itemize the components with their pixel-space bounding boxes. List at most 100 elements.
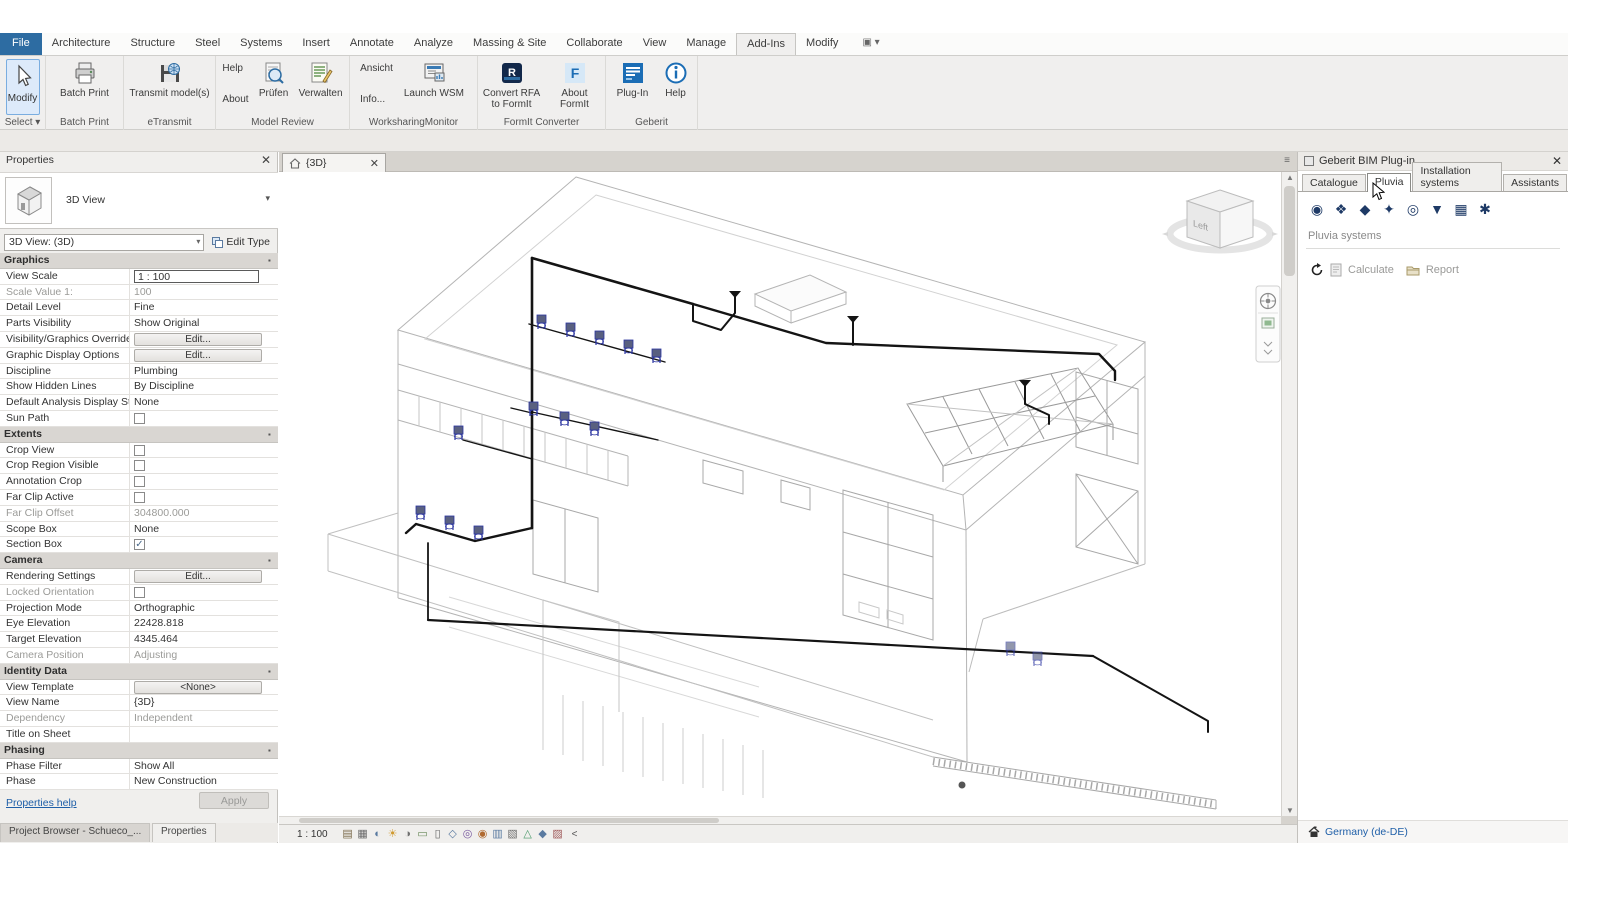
close-icon[interactable]: ✕: [1552, 154, 1562, 168]
scroll-up-icon[interactable]: ▲: [1282, 173, 1298, 182]
reveal-hidden-elements-icon[interactable]: ◉: [476, 827, 490, 841]
reveal-constraints-icon[interactable]: ▨: [551, 827, 565, 841]
scrollbar-thumb[interactable]: [299, 818, 719, 823]
checkbox[interactable]: [134, 445, 145, 456]
edit-button[interactable]: Edit...: [134, 333, 262, 347]
horizontal-scrollbar[interactable]: [279, 816, 1281, 824]
pluvia-schedule-icon[interactable]: ▦: [1452, 200, 1470, 218]
worksharing-display-icon[interactable]: ▥: [491, 827, 505, 841]
property-value[interactable]: Plumbing: [130, 364, 278, 379]
section-collapse-icon[interactable]: ▪: [268, 664, 278, 679]
value-input[interactable]: 1 : 100: [134, 270, 259, 284]
property-value[interactable]: [130, 490, 278, 505]
ansicht-link[interactable]: Ansicht: [360, 63, 393, 74]
property-value[interactable]: 304800.000: [130, 506, 278, 521]
ribbon-tab-massing-site[interactable]: Massing & Site: [463, 33, 556, 55]
panel-dock-icon[interactable]: [1304, 156, 1314, 166]
property-value[interactable]: Show Original: [130, 316, 278, 331]
checkbox[interactable]: [134, 460, 145, 471]
locale-link[interactable]: Germany (de-DE): [1325, 826, 1408, 838]
property-value[interactable]: Orthographic: [130, 601, 278, 616]
apply-button[interactable]: Apply: [199, 792, 269, 809]
detail-level-icon[interactable]: ▦: [356, 827, 370, 841]
about-formit-button[interactable]: F About FormIt: [547, 59, 603, 110]
view-cube[interactable]: Left: [1162, 190, 1278, 250]
pluvia-vertical-pipe-icon[interactable]: ◆: [1356, 200, 1374, 218]
statusbar-collapse-icon[interactable]: <: [572, 829, 578, 840]
property-value[interactable]: 100: [130, 285, 278, 300]
edit-button[interactable]: <None>: [134, 681, 262, 695]
show-analytical-model-icon[interactable]: △: [521, 827, 535, 841]
show-crop-region-icon[interactable]: ▯: [431, 827, 445, 841]
property-value[interactable]: By Discipline: [130, 379, 278, 394]
ribbon-tab-add-ins[interactable]: Add-Ins: [736, 33, 796, 55]
navigation-bar[interactable]: [1256, 286, 1280, 362]
ribbon-tab-modify[interactable]: Modify: [796, 33, 848, 55]
property-value[interactable]: [130, 474, 278, 489]
property-value[interactable]: None: [130, 522, 278, 537]
verwalten-button[interactable]: Verwalten: [297, 59, 345, 99]
ribbon-tab-view[interactable]: View: [633, 33, 677, 55]
info-link[interactable]: Info...: [360, 94, 393, 105]
property-value[interactable]: Independent: [130, 711, 278, 726]
highlight-displacement-sets-icon[interactable]: ◆: [536, 827, 550, 841]
checkbox[interactable]: [134, 492, 145, 503]
ribbon-tab-annotate[interactable]: Annotate: [340, 33, 404, 55]
model-canvas[interactable]: Left: [279, 172, 1281, 816]
property-value[interactable]: 22428.818: [130, 616, 278, 631]
property-value[interactable]: [130, 443, 278, 458]
property-value[interactable]: Edit...: [130, 332, 278, 347]
ribbon-tab-structure[interactable]: Structure: [120, 33, 185, 55]
property-value[interactable]: [130, 727, 278, 742]
property-value[interactable]: 4345.464: [130, 632, 278, 647]
ribbon-tab-architecture[interactable]: Architecture: [42, 33, 121, 55]
pluvia-branch-icon[interactable]: ✦: [1380, 200, 1398, 218]
modify-button[interactable]: Modify: [6, 59, 40, 115]
geberit-tab-catalogue[interactable]: Catalogue: [1302, 174, 1366, 191]
properties-help-link[interactable]: Properties help: [6, 797, 77, 809]
ribbon-tab-analyze[interactable]: Analyze: [404, 33, 463, 55]
property-value[interactable]: ✓: [130, 537, 278, 552]
calculate-button[interactable]: Calculate: [1348, 264, 1394, 276]
geberit-plugin-button[interactable]: Plug-In: [611, 59, 655, 99]
edit-type-button[interactable]: Edit Type: [208, 235, 274, 249]
ribbon-tab-file[interactable]: File: [0, 33, 42, 55]
show-rendering-dialog-icon[interactable]: ▤: [341, 827, 355, 841]
pluvia-settings-icon[interactable]: ✱: [1476, 200, 1494, 218]
crop-view-icon[interactable]: ▭: [416, 827, 430, 841]
pruefen-button[interactable]: Prüfen: [255, 59, 293, 99]
ribbon-display-toggle-icon[interactable]: ▣ ▾: [856, 33, 885, 55]
geberit-tab-installation-systems[interactable]: Installation systems: [1412, 162, 1502, 191]
property-value[interactable]: New Construction: [130, 774, 278, 789]
sun-path-icon[interactable]: ☀: [386, 827, 400, 841]
panel-label-select[interactable]: Select ▾: [0, 117, 45, 129]
shadows-icon[interactable]: ◑: [401, 827, 415, 841]
edit-button[interactable]: Edit...: [134, 570, 262, 584]
property-value[interactable]: <None>: [130, 680, 278, 695]
temporary-view-properties-icon[interactable]: ▧: [506, 827, 520, 841]
ribbon-tab-insert[interactable]: Insert: [292, 33, 340, 55]
report-button[interactable]: Report: [1426, 264, 1459, 276]
close-icon[interactable]: ✕: [261, 153, 271, 167]
checkbox[interactable]: [134, 587, 145, 598]
section-collapse-icon[interactable]: ▪: [268, 553, 278, 568]
tab-list-icon[interactable]: ≡: [1281, 155, 1293, 167]
about-link[interactable]: About: [222, 94, 248, 105]
view-scale-control[interactable]: 1 : 100: [297, 829, 328, 840]
visual-style-icon[interactable]: ◐: [371, 827, 385, 841]
property-value[interactable]: [130, 458, 278, 473]
tab-properties[interactable]: Properties: [152, 823, 216, 842]
vertical-scrollbar[interactable]: ▲ ▼: [1281, 172, 1297, 816]
section-collapse-icon[interactable]: ▪: [268, 743, 278, 758]
property-value[interactable]: {3D}: [130, 695, 278, 710]
ribbon-tab-steel[interactable]: Steel: [185, 33, 230, 55]
view-tab-3d[interactable]: {3D} ✕: [282, 153, 386, 172]
type-selector[interactable]: 3D View ▾: [0, 172, 278, 229]
batch-print-button[interactable]: Batch Print: [53, 59, 117, 99]
scrollbar-thumb[interactable]: [1284, 186, 1295, 276]
section-collapse-icon[interactable]: ▪: [268, 427, 278, 442]
checkbox[interactable]: ✓: [134, 539, 145, 550]
refresh-icon[interactable]: [1310, 263, 1324, 277]
convert-rfa-button[interactable]: R Convert RFAto FormIt: [481, 59, 543, 110]
property-value[interactable]: Fine: [130, 300, 278, 315]
